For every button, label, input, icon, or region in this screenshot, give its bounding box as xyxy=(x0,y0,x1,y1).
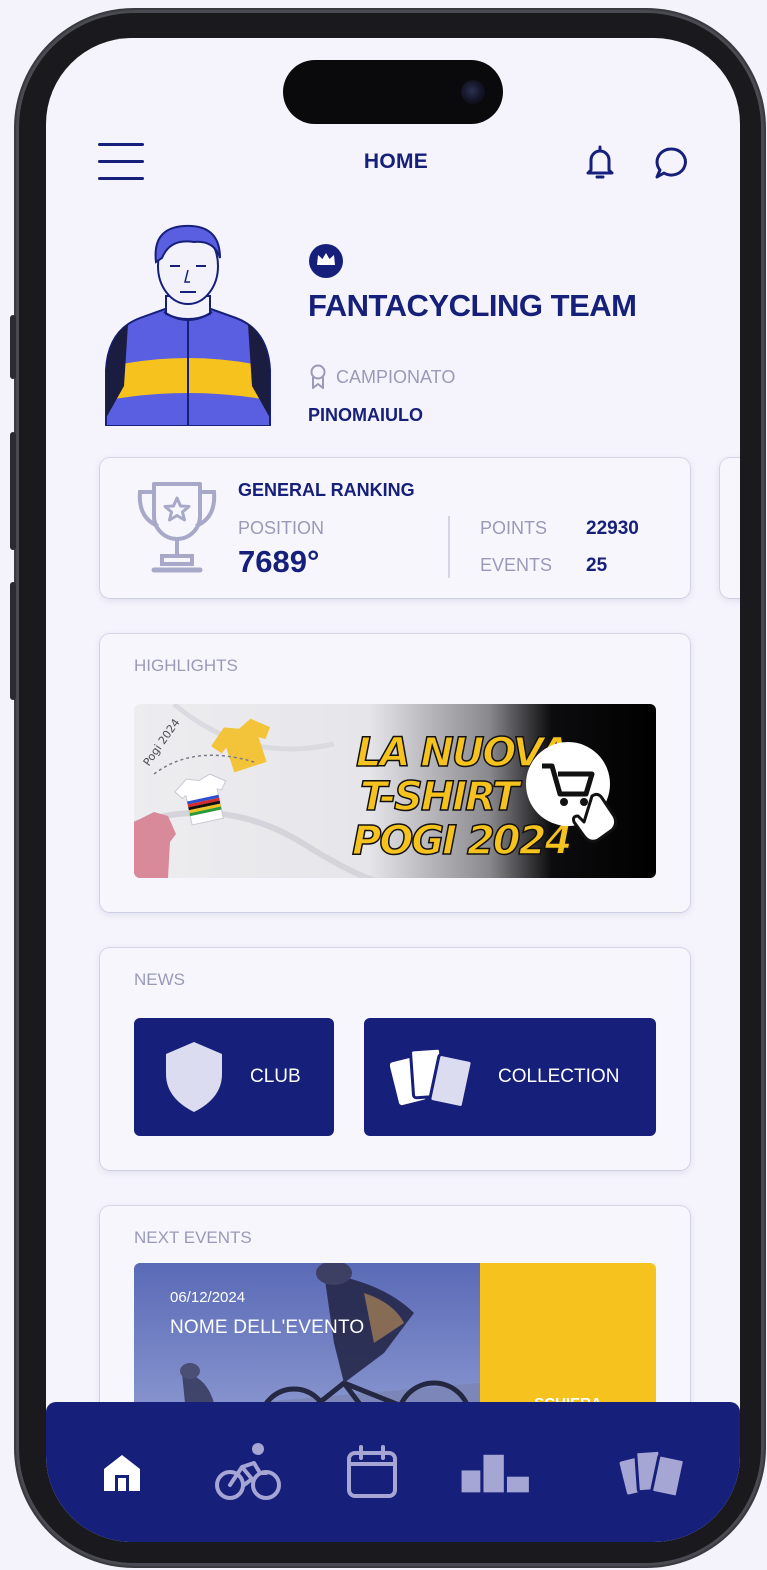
banner-line-3: POGI 2024 xyxy=(352,818,570,864)
team-name: FANTACYCLING TEAM xyxy=(308,288,637,323)
points-value: 22930 xyxy=(586,518,639,539)
crown-icon xyxy=(308,243,344,279)
stat-divider xyxy=(448,516,450,578)
home-icon[interactable] xyxy=(86,1440,158,1504)
page-title: HOME xyxy=(363,150,429,173)
hamburger-menu-icon[interactable] xyxy=(98,143,144,181)
events-label: EVENTS xyxy=(480,555,553,575)
front-camera xyxy=(461,80,485,104)
chat-bubble-icon[interactable] xyxy=(652,143,688,183)
banner-line-2: T-SHIRT xyxy=(360,774,522,820)
calendar-icon[interactable] xyxy=(336,1440,408,1504)
avatar xyxy=(98,218,278,426)
event-name: NOME DELL'EVENTO xyxy=(170,1317,365,1338)
award-ribbon-icon xyxy=(310,364,326,389)
dynamic-island xyxy=(283,60,503,124)
highlights-label: HIGHLIGHTS xyxy=(134,656,238,675)
cards-nav-icon[interactable] xyxy=(618,1440,690,1504)
podium-icon[interactable] xyxy=(460,1440,532,1504)
club-label: CLUB xyxy=(250,1066,301,1087)
general-ranking-card[interactable]: GENERAL RANKING POSITION 7689° POINTS 22… xyxy=(100,458,690,598)
events-value: 25 xyxy=(586,555,608,576)
action-button xyxy=(10,315,16,379)
championship-label: CAMPIONATO xyxy=(336,366,456,387)
app-screen: HOME FANTACYCLING TEAM CAMPIONATO PINOMA… xyxy=(46,38,740,1542)
news-card: NEWS CLUB COLLECTION xyxy=(100,948,690,1170)
bell-icon[interactable] xyxy=(582,143,618,183)
collection-label: COLLECTION xyxy=(498,1066,620,1087)
next-ranking-card-peek[interactable] xyxy=(720,458,740,598)
tshirt-promo-banner[interactable]: Pogi 2024 LA NUOVA T-SHIRT POGI 2024 xyxy=(134,704,656,878)
next-events-label: NEXT EVENTS xyxy=(134,1228,252,1247)
championship-name[interactable]: PINOMAIULO xyxy=(308,405,423,426)
ranking-title: GENERAL RANKING xyxy=(238,480,415,500)
position-value: 7689° xyxy=(238,544,320,579)
highlights-card: HIGHLIGHTS Pogi 2024 LA NUOVA T-SHIRT PO… xyxy=(100,634,690,912)
trophy-icon xyxy=(134,478,220,578)
collection-button[interactable]: COLLECTION xyxy=(364,1018,656,1136)
cards-icon xyxy=(390,1046,474,1109)
volume-down-button xyxy=(10,582,16,700)
cyclist-icon[interactable] xyxy=(212,1440,284,1504)
club-button[interactable]: CLUB xyxy=(134,1018,334,1136)
position-label: POSITION xyxy=(238,518,325,538)
bottom-navigation xyxy=(46,1402,740,1542)
points-label: POINTS xyxy=(480,518,548,538)
volume-up-button xyxy=(10,432,16,550)
shield-icon xyxy=(166,1042,222,1112)
news-label: NEWS xyxy=(134,970,185,989)
championship-row: CAMPIONATO xyxy=(308,364,455,390)
event-date: 06/12/2024 xyxy=(170,1289,246,1306)
